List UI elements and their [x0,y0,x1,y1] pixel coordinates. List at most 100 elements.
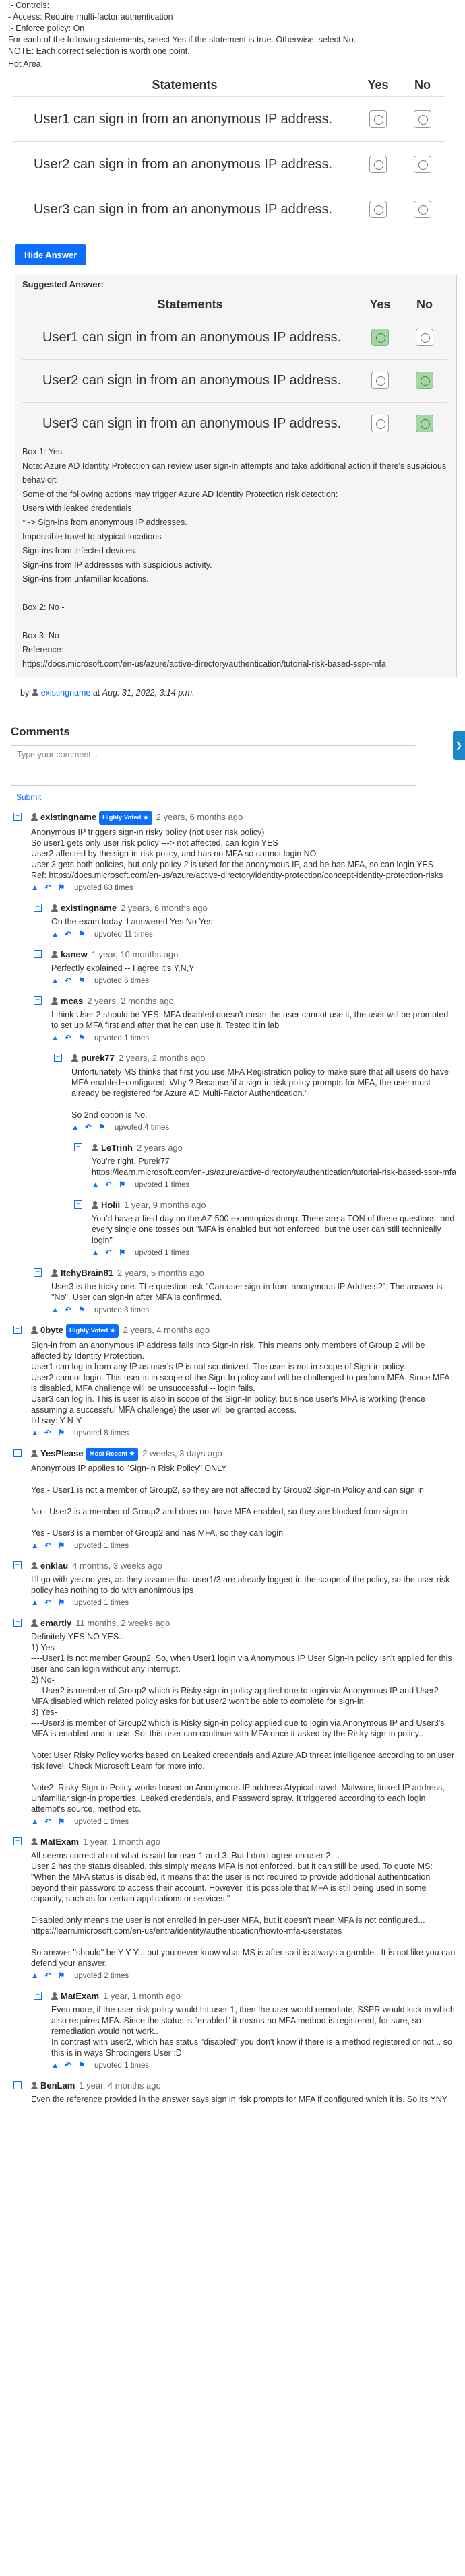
comment-header: kanew 1 year, 10 months ago [51,949,457,961]
reply-icon[interactable]: ↶ [44,1429,54,1438]
upvote-icon[interactable]: ▲ [31,1598,40,1608]
flag-icon[interactable]: ⚑ [58,883,67,893]
collapse-toggle[interactable]: − [13,1619,22,1627]
collapse-toggle[interactable]: − [13,1449,22,1457]
flag-icon[interactable]: ⚑ [58,1598,67,1608]
user-icon [92,1144,98,1151]
collapse-toggle[interactable]: − [34,1268,42,1277]
reply-icon[interactable]: ↶ [44,1541,54,1551]
reply-icon[interactable]: ↶ [44,1598,54,1608]
author-link[interactable]: existingname [41,688,91,698]
explanation-line: Sign-ins from IP addresses with suspicio… [22,560,212,570]
upvote-icon[interactable]: ▲ [51,976,61,986]
comment-username[interactable]: MatExam [61,1991,99,2001]
user-icon [51,1992,58,2000]
flag-icon[interactable]: ⚑ [78,2061,88,2070]
collapse-toggle[interactable]: − [13,1837,22,1845]
comment-username[interactable]: YesPlease [40,1448,84,1458]
comment-username[interactable]: mcas [61,996,83,1006]
collapse-toggle[interactable]: − [34,950,42,958]
scroll-top-tab[interactable]: ❯ [453,731,465,760]
comment-actions: ▲ ↶ ⚑ upvoted 1 times [51,1033,457,1043]
collapse-toggle[interactable]: − [13,813,22,821]
comment-username[interactable]: ItchyBrain81 [61,1268,113,1278]
upvote-icon[interactable]: ▲ [31,1817,40,1827]
collapse-toggle[interactable]: − [13,1561,22,1569]
upvote-icon[interactable]: ▲ [92,1180,101,1190]
answer-explanation: Box 1: Yes - Note: Azure AD Identity Prot… [22,445,450,671]
comment-username[interactable]: LeTrinh [101,1143,133,1153]
yes-option[interactable] [369,110,387,128]
yes-option[interactable] [369,156,387,173]
no-option[interactable] [414,201,431,219]
no-option[interactable] [414,110,431,128]
reply-icon[interactable]: ↶ [65,1306,74,1315]
flag-icon[interactable]: ⚑ [78,1033,88,1043]
comment-username[interactable]: existingname [40,812,96,822]
reply-icon[interactable]: ↶ [44,883,54,893]
collapse-toggle[interactable]: − [34,904,42,912]
upvote-icon[interactable]: ▲ [31,883,40,893]
comment-username[interactable]: MatExam [40,1837,79,1847]
flag-icon[interactable]: ⚑ [98,1123,108,1132]
flag-icon[interactable]: ⚑ [119,1248,128,1258]
comment-username[interactable]: BenLam [40,2080,75,2091]
flag-icon[interactable]: ⚑ [119,1180,128,1190]
yes-option[interactable] [369,201,387,219]
upvote-icon[interactable]: ▲ [92,1248,101,1258]
comment-username[interactable]: purek77 [81,1053,115,1063]
statement-text: User3 can sign in from an anonymous IP a… [13,187,356,232]
flag-icon[interactable]: ⚑ [58,1971,67,1981]
reply-icon[interactable]: ↶ [65,1033,74,1043]
collapse-toggle[interactable]: − [74,1143,82,1151]
upvote-icon[interactable]: ▲ [51,1306,61,1315]
yes-header: Yes [367,78,389,92]
flag-icon[interactable]: ⚑ [58,1429,67,1438]
upvote-icon[interactable]: ▲ [31,1429,40,1438]
upvote-icon[interactable]: ▲ [51,930,61,939]
hot-area-table: Statements Yes No User1 can sign in from… [13,74,445,232]
flag-icon[interactable]: ⚑ [58,1817,67,1827]
reply-icon[interactable]: ↶ [44,1971,54,1981]
question-line: - Access: Require multi-factor authentic… [8,12,173,22]
hide-answer-button[interactable]: Hide Answer [15,244,87,265]
no-option[interactable] [414,156,431,173]
user-icon [31,1450,38,1457]
upvote-icon[interactable]: ▲ [31,1971,40,1981]
comment-username[interactable]: kanew [61,949,88,959]
comment-input[interactable]: Type your comment... [11,745,416,786]
flag-icon[interactable]: ⚑ [78,1306,88,1315]
comment-username[interactable]: 0byte [40,1325,63,1335]
collapse-toggle[interactable]: − [13,1326,22,1334]
upvote-icon[interactable]: ▲ [71,1123,81,1132]
flag-icon[interactable]: ⚑ [58,1541,67,1551]
collapse-toggle[interactable]: − [34,1992,42,2000]
reply-icon[interactable]: ↶ [105,1180,115,1190]
comment-time: 2 years, 2 months ago [87,996,174,1006]
collapse-toggle[interactable]: − [13,2081,22,2089]
comment-username[interactable]: emartiy [40,1618,71,1628]
collapse-toggle[interactable]: − [34,996,42,1005]
comment: − YesPlease Most Recent ★ 2 weeks, 3 days a… [8,1448,457,1551]
reply-icon[interactable]: ↶ [65,930,74,939]
no-header: No [416,297,433,311]
collapse-toggle[interactable]: − [54,1054,62,1062]
flag-icon[interactable]: ⚑ [78,976,88,986]
collapse-toggle[interactable]: − [74,1200,82,1209]
comment-username[interactable]: existingname [61,903,117,913]
upvote-icon[interactable]: ▲ [51,1033,61,1043]
upvote-icon[interactable]: ▲ [51,2061,61,2070]
comment-username[interactable]: Holii [101,1200,120,1210]
reply-icon[interactable]: ↶ [65,2061,74,2070]
upvote-icon[interactable]: ▲ [31,1541,40,1551]
comment-time: 1 year, 1 month ago [83,1837,160,1847]
submit-link[interactable]: Submit [16,792,457,802]
reply-icon[interactable]: ↶ [44,1817,54,1827]
reply-icon[interactable]: ↶ [85,1123,94,1132]
explanation-line: https://docs.microsoft.com/en-us/azure/a… [22,659,386,669]
no-header: No [414,78,431,92]
comment-username[interactable]: enklau [40,1561,68,1571]
reply-icon[interactable]: ↶ [105,1248,115,1258]
flag-icon[interactable]: ⚑ [78,930,88,939]
reply-icon[interactable]: ↶ [65,976,74,986]
